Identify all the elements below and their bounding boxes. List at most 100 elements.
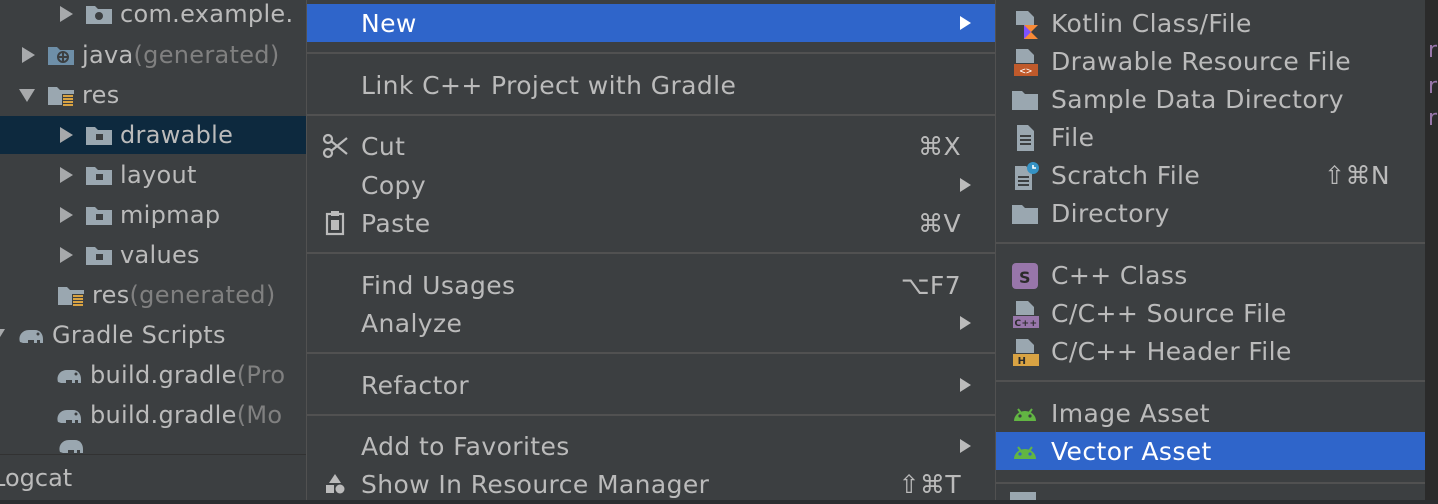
tree-item-mipmap[interactable]: mipmap: [0, 196, 306, 234]
project-tree: com.example. java (generated) res drawab…: [0, 0, 306, 500]
submenu-item-kotlin-class-file[interactable]: Kotlin Class/File: [996, 4, 1426, 42]
context-menu: New Link C++ Project with Gradle Cut ⌘X …: [306, 0, 995, 500]
submenu-item-label: Vector Asset: [1051, 436, 1212, 466]
expand-arrow-icon[interactable]: [56, 243, 74, 267]
gradle-elephant-icon: [54, 362, 84, 388]
folder-icon: [1010, 199, 1040, 229]
tree-item-partial: [0, 436, 306, 454]
expand-arrow-icon[interactable]: [56, 163, 74, 187]
submenu-item-scratch-file[interactable]: Scratch File ⇧⌘N: [996, 156, 1426, 194]
tree-item-label: build.gradle: [90, 361, 237, 389]
res-folder-icon: [46, 82, 76, 108]
expand-arrow-icon[interactable]: [56, 2, 74, 26]
tree-item-suffix: (generated): [129, 281, 276, 309]
menu-item-label: New: [361, 8, 417, 38]
tree-item-package[interactable]: com.example.: [0, 0, 306, 33]
submenu-separator: [996, 242, 1426, 244]
expand-arrow-icon[interactable]: [56, 123, 74, 147]
editor-glyph: r: [1428, 74, 1438, 99]
svg-text:H: H: [1018, 356, 1027, 367]
submenu-item-label: Kotlin Class/File: [1051, 8, 1252, 38]
tree-item-build-gradle-module[interactable]: build.gradle (Mo: [0, 396, 306, 434]
menu-separator: [307, 252, 995, 254]
menu-item-copy[interactable]: Copy: [307, 166, 995, 204]
tree-item-values[interactable]: values: [0, 236, 306, 274]
menu-item-shortcut: ⌘X: [918, 131, 961, 161]
svg-text:S: S: [1019, 268, 1031, 287]
menu-separator: [307, 114, 995, 116]
tree-item-suffix: (Mo: [236, 401, 283, 429]
menu-item-label: Add to Favorites: [361, 431, 570, 461]
submenu-arrow-icon: [960, 178, 971, 192]
menu-item-refactor[interactable]: Refactor: [307, 366, 995, 404]
submenu-item-label: C++ Class: [1051, 260, 1188, 290]
collapse-arrow-icon[interactable]: [0, 323, 6, 347]
submenu-item-sample-data-directory[interactable]: Sample Data Directory: [996, 80, 1426, 118]
drawable-file-icon: <>: [1010, 47, 1040, 77]
tree-item-label: res: [82, 81, 120, 109]
menu-item-paste[interactable]: Paste ⌘V: [307, 204, 995, 242]
scratch-file-icon: [1010, 161, 1040, 191]
menu-item-label: Link C++ Project with Gradle: [361, 70, 737, 100]
expand-arrow-icon[interactable]: [18, 43, 36, 67]
tree-item-res[interactable]: res: [0, 76, 306, 114]
collapse-arrow-icon[interactable]: [18, 83, 36, 107]
folder-icon: [84, 242, 114, 268]
submenu-item-drawable-resource-file[interactable]: <> Drawable Resource File: [996, 42, 1426, 80]
kotlin-file-icon: [1010, 9, 1040, 39]
svg-text:C++: C++: [1015, 319, 1038, 329]
tree-item-suffix: (Pro: [236, 361, 286, 389]
tree-item-java-generated[interactable]: java (generated): [0, 36, 306, 74]
tree-item-label: layout: [120, 161, 197, 189]
tree-item-label: java: [82, 41, 134, 69]
logcat-tab-label: Logcat: [0, 464, 73, 492]
android-icon: [1010, 437, 1040, 467]
tree-item-label: values: [120, 241, 200, 269]
submenu-new: Kotlin Class/File <> Drawable Resource F…: [995, 0, 1426, 500]
submenu-item-cpp-source-file[interactable]: C++ C/C++ Source File: [996, 294, 1426, 332]
menu-item-label: Show In Resource Manager: [361, 469, 710, 499]
tree-item-layout[interactable]: layout: [0, 156, 306, 194]
submenu-item-label: C/C++ Source File: [1051, 298, 1287, 328]
package-folder-icon: [84, 1, 114, 27]
submenu-item-cpp-header-file[interactable]: H C/C++ Header File: [996, 332, 1426, 370]
submenu-arrow-icon: [960, 16, 971, 30]
editor-edge: r r r: [1425, 0, 1438, 500]
tree-item-gradle-scripts[interactable]: Gradle Scripts: [0, 316, 306, 354]
submenu-item-vector-asset[interactable]: Vector Asset: [996, 432, 1426, 470]
tree-item-drawable[interactable]: drawable: [0, 116, 306, 154]
submenu-item-image-asset[interactable]: Image Asset: [996, 394, 1426, 432]
submenu-item-file[interactable]: File: [996, 118, 1426, 156]
menu-item-cut[interactable]: Cut ⌘X: [307, 127, 995, 165]
tree-item-build-gradle-project[interactable]: build.gradle (Pro: [0, 356, 306, 394]
menu-item-label: Refactor: [361, 370, 470, 400]
submenu-item-label: Image Asset: [1051, 398, 1210, 428]
submenu-item-shortcut: ⇧⌘N: [1324, 160, 1390, 190]
tree-item-res-generated[interactable]: res (generated): [0, 276, 306, 314]
menu-separator: [307, 52, 995, 54]
cpp-header-file-icon: H: [1010, 337, 1040, 367]
submenu-separator: [996, 380, 1426, 382]
expand-arrow-icon[interactable]: [56, 203, 74, 227]
folder-icon: [84, 122, 114, 148]
menu-item-find-usages[interactable]: Find Usages ⌥F7: [307, 266, 995, 304]
menu-item-analyze[interactable]: Analyze: [307, 304, 995, 342]
submenu-arrow-icon: [960, 378, 971, 392]
menu-item-link-cpp-project[interactable]: Link C++ Project with Gradle: [307, 66, 995, 104]
menu-item-add-to-favorites[interactable]: Add to Favorites: [307, 427, 995, 465]
submenu-separator: [996, 482, 1426, 484]
submenu-arrow-icon: [960, 439, 971, 453]
res-folder-icon: [56, 282, 86, 308]
menu-item-label: Cut: [361, 131, 406, 161]
java-generated-folder-icon: [46, 42, 76, 68]
tree-item-suffix: (generated): [133, 41, 280, 69]
submenu-item-label: C/C++ Header File: [1051, 336, 1292, 366]
submenu-item-directory[interactable]: Directory: [996, 194, 1426, 232]
menu-item-new[interactable]: New: [307, 4, 995, 42]
logcat-tab[interactable]: Logcat: [0, 454, 306, 500]
submenu-item-cpp-class[interactable]: S C++ Class: [996, 256, 1426, 294]
menu-item-show-in-resource-manager[interactable]: Show In Resource Manager ⇧⌘T: [307, 465, 995, 503]
submenu-arrow-icon: [960, 316, 971, 330]
cpp-source-file-icon: C++: [1010, 299, 1040, 329]
scissors-icon: [321, 132, 349, 160]
